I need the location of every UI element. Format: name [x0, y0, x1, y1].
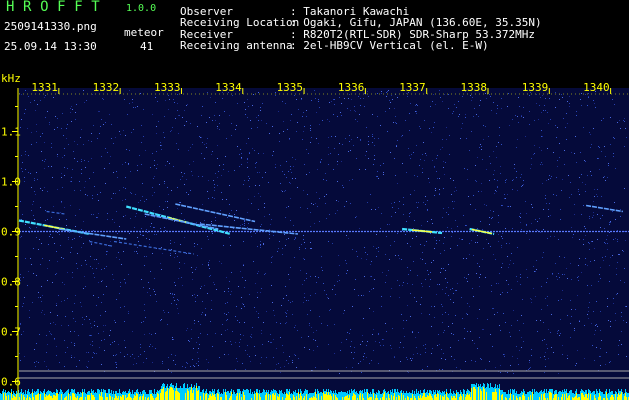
y-tick-label: 0.7: [1, 326, 21, 339]
x-tick-label: 1334: [215, 81, 242, 94]
x-tick-label: 1338: [460, 81, 487, 94]
hroft-window: H R O F F T 1.0.0 2509141330.png 25.09.1…: [0, 0, 629, 400]
y-unit-label: kHz: [1, 72, 21, 85]
y-tick-label: 1.0: [1, 176, 21, 189]
x-tick-label: 1335: [277, 81, 304, 94]
plot-background: [19, 88, 629, 400]
x-tick-label: 1331: [31, 81, 58, 94]
y-axis: 1.1 1.0 0.9 0.8 0.7 0.6: [1, 88, 21, 400]
spectrogram-chart: 1331 1332 1333 1334 1335 1336 1337 1338 1339 1340…: [0, 72, 629, 400]
x-tick-label: 1340: [583, 81, 610, 94]
y-tick-label: 0.8: [1, 276, 21, 289]
x-tick-label: 1339: [522, 81, 549, 94]
x-tick-label: 1333: [154, 81, 181, 94]
y-tick-label: 0.6: [1, 376, 21, 389]
x-tick-label: 1332: [93, 81, 120, 94]
y-tick-label: 1.1: [1, 126, 21, 139]
x-tick-label: 1337: [399, 81, 426, 94]
y-tick-label: 0.9: [1, 226, 21, 239]
x-tick-label: 1336: [338, 81, 365, 94]
